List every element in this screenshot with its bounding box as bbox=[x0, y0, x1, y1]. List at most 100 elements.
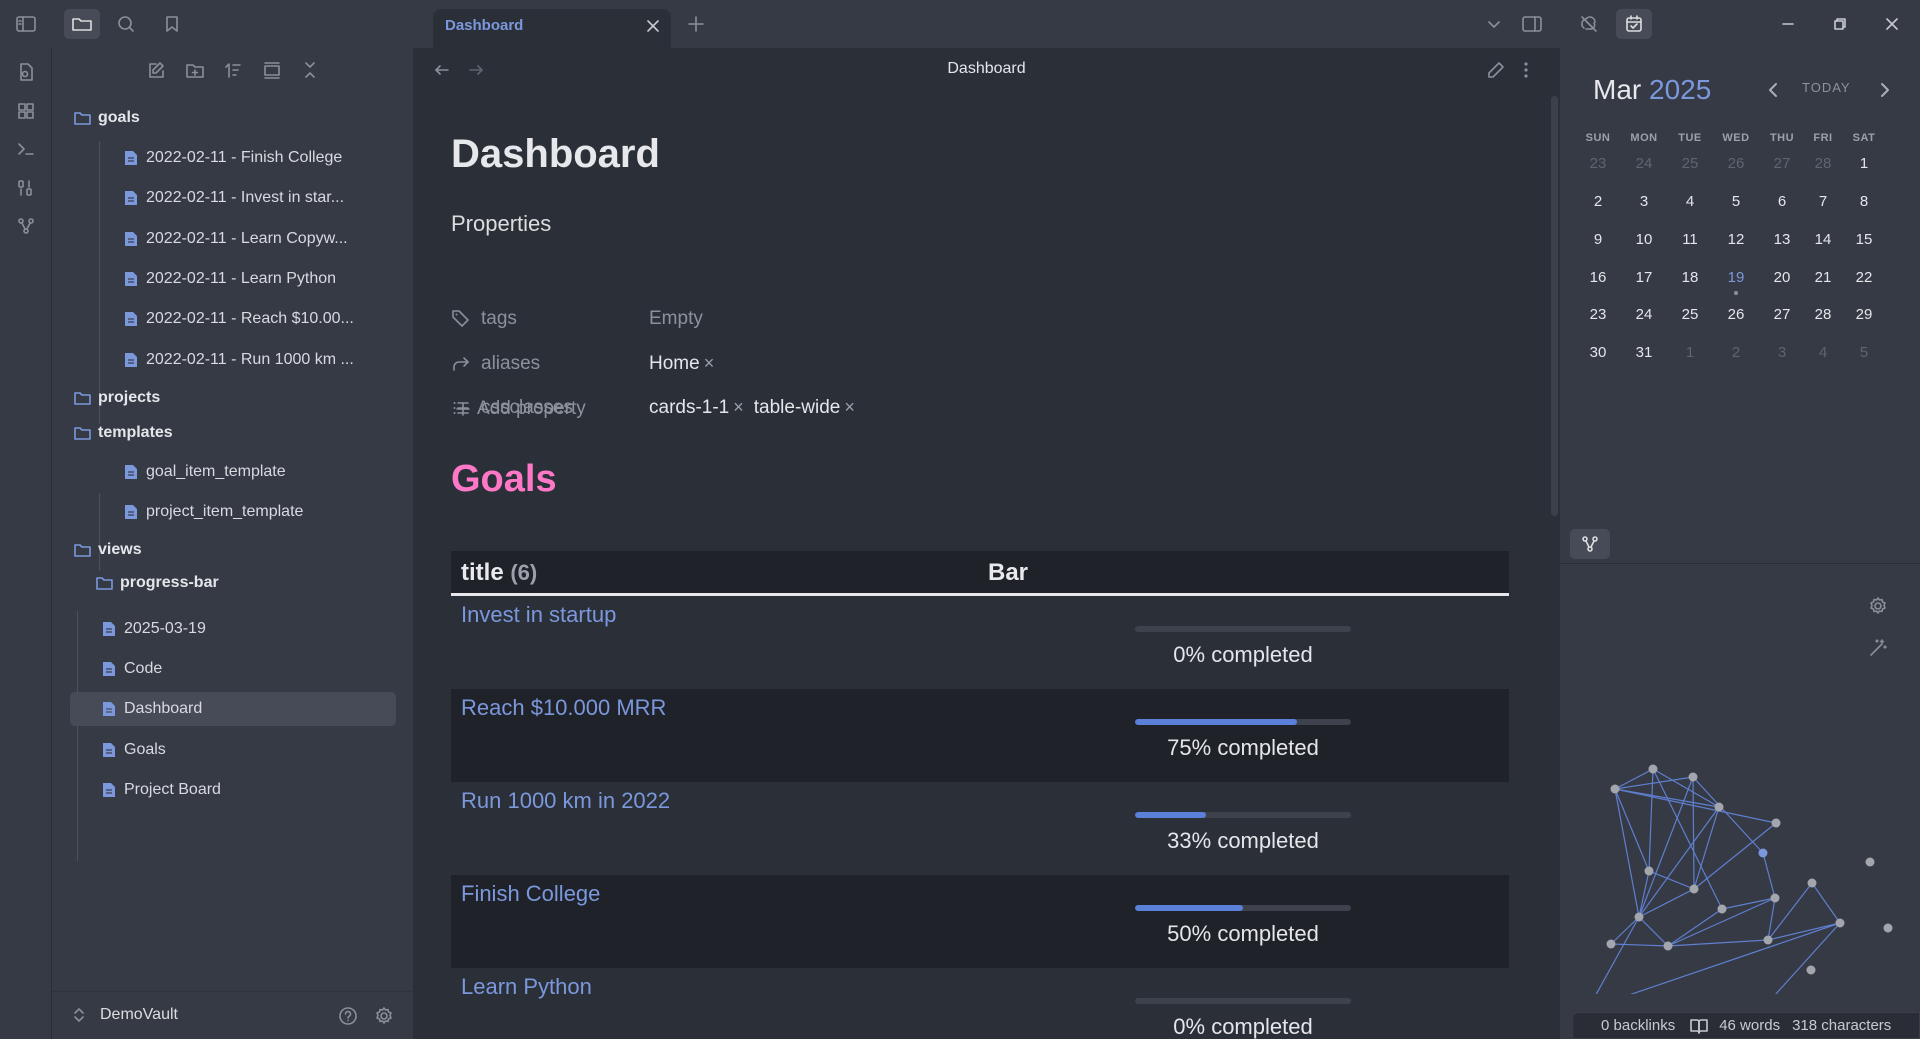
calendar-day[interactable]: 9 bbox=[1575, 231, 1621, 248]
calendar-day[interactable]: 28 bbox=[1800, 306, 1846, 323]
calendar-day[interactable]: 5 bbox=[1841, 344, 1887, 361]
calendar-day[interactable]: 13 bbox=[1759, 231, 1805, 248]
file-project-board[interactable]: Project Board bbox=[100, 773, 221, 807]
graph-node[interactable] bbox=[1883, 923, 1893, 933]
calendar-day[interactable]: 12 bbox=[1713, 231, 1759, 248]
graph-view-tab[interactable] bbox=[1570, 529, 1610, 559]
view-header-title[interactable]: Dashboard bbox=[413, 60, 1560, 78]
bookmark-icon[interactable] bbox=[154, 9, 190, 39]
calendar-day[interactable]: 10 bbox=[1621, 231, 1667, 248]
calendar-day[interactable]: 26 bbox=[1713, 155, 1759, 172]
calendar-day[interactable]: 23 bbox=[1575, 155, 1621, 172]
vault-name[interactable]: DemoVault bbox=[100, 1006, 178, 1024]
folder-projects[interactable]: projects bbox=[74, 381, 160, 415]
calendar-day[interactable]: 6 bbox=[1759, 193, 1805, 210]
graph-node[interactable] bbox=[1807, 878, 1817, 888]
remove-pill-icon[interactable]: × bbox=[733, 397, 744, 417]
column-header-title[interactable]: title (6) bbox=[461, 559, 537, 587]
calendar-day[interactable]: 1 bbox=[1667, 344, 1713, 361]
graph-node[interactable] bbox=[1689, 884, 1699, 894]
graph-node[interactable] bbox=[1714, 802, 1724, 812]
remove-pill-icon[interactable]: × bbox=[704, 353, 715, 373]
file-learn-copywriting[interactable]: 2022-02-11 - Learn Copyw... bbox=[122, 222, 348, 256]
calendar-day[interactable]: 14 bbox=[1800, 231, 1846, 248]
file-goal-item-template[interactable]: goal_item_template bbox=[122, 455, 286, 489]
calendar-day[interactable]: 4 bbox=[1667, 193, 1713, 210]
auto-reveal-icon[interactable] bbox=[258, 56, 286, 84]
add-property-button[interactable]: Add property bbox=[455, 398, 586, 420]
calendar-day[interactable]: 27 bbox=[1759, 155, 1805, 172]
calendar-day[interactable]: 23 bbox=[1575, 306, 1621, 323]
calendar-day[interactable]: 8 bbox=[1841, 193, 1887, 210]
calendar-day[interactable]: 17 bbox=[1621, 269, 1667, 286]
new-folder-icon[interactable] bbox=[181, 56, 209, 84]
file-2025-03-19[interactable]: 2025-03-19 bbox=[100, 612, 206, 646]
close-window-icon[interactable] bbox=[1874, 9, 1910, 39]
graph-node[interactable] bbox=[1663, 941, 1673, 951]
search-icon[interactable] bbox=[108, 9, 144, 39]
calendar-icon[interactable] bbox=[1616, 9, 1652, 39]
next-month-chevron-icon[interactable] bbox=[1874, 80, 1894, 100]
calendar-day[interactable]: 3 bbox=[1621, 193, 1667, 210]
canvas-grid-icon[interactable] bbox=[12, 97, 40, 125]
calendar-day[interactable]: 25 bbox=[1667, 306, 1713, 323]
calendar-day[interactable]: 25 bbox=[1667, 155, 1713, 172]
open-quick-switcher-icon[interactable] bbox=[12, 58, 40, 86]
property-value[interactable]: cards-1-1 × table-wide × bbox=[649, 397, 865, 419]
calendar-day[interactable]: 26 bbox=[1713, 306, 1759, 323]
folder-templates[interactable]: templates bbox=[74, 416, 173, 450]
file-code[interactable]: Code bbox=[100, 652, 162, 686]
file-project-item-template[interactable]: project_item_template bbox=[122, 495, 303, 529]
restore-window-icon[interactable] bbox=[1822, 9, 1858, 39]
today-button[interactable]: TODAY bbox=[1802, 80, 1851, 95]
calendar-day[interactable]: 5 bbox=[1713, 193, 1759, 210]
settings-gear-icon[interactable] bbox=[374, 1006, 394, 1026]
calendar-day[interactable]: 24 bbox=[1621, 155, 1667, 172]
help-icon[interactable] bbox=[338, 1006, 358, 1026]
graph-node[interactable] bbox=[1644, 866, 1654, 876]
goal-link[interactable]: Reach $10.000 MRR bbox=[461, 695, 666, 721]
graph-node[interactable] bbox=[1865, 857, 1875, 867]
close-tab-icon[interactable] bbox=[643, 16, 663, 36]
sort-order-icon[interactable] bbox=[219, 56, 247, 84]
calendar-day[interactable]: 20 bbox=[1759, 269, 1805, 286]
calendar-day[interactable]: 19 bbox=[1713, 269, 1759, 286]
column-header-bar[interactable]: Bar bbox=[988, 559, 1028, 587]
goal-link[interactable]: Invest in startup bbox=[461, 602, 616, 628]
graph-node[interactable] bbox=[1806, 965, 1816, 975]
tab-dashboard[interactable]: Dashboard bbox=[433, 9, 671, 48]
calendar-day[interactable]: 24 bbox=[1621, 306, 1667, 323]
graph-node[interactable] bbox=[1758, 848, 1768, 858]
edit-pencil-icon[interactable] bbox=[1486, 60, 1506, 80]
file-finish-college[interactable]: 2022-02-11 - Finish College bbox=[122, 141, 342, 175]
more-options-icon[interactable] bbox=[1521, 60, 1531, 80]
calendar-day[interactable]: 1 bbox=[1841, 155, 1887, 172]
graph-node[interactable] bbox=[1770, 893, 1780, 903]
file-reach-mrr[interactable]: 2022-02-11 - Reach $10.00... bbox=[122, 302, 354, 336]
graph-node[interactable] bbox=[1835, 918, 1845, 928]
calendar-day[interactable]: 22 bbox=[1841, 269, 1887, 286]
graph-node[interactable] bbox=[1634, 912, 1644, 922]
file-run-1000-km[interactable]: 2022-02-11 - Run 1000 km ... bbox=[122, 343, 354, 377]
property-key[interactable]: tags bbox=[451, 308, 649, 330]
collapse-all-icon[interactable] bbox=[296, 56, 324, 84]
calendar-day[interactable]: 2 bbox=[1575, 193, 1621, 210]
folder-goals[interactable]: goals bbox=[74, 101, 140, 135]
calendar-day[interactable]: 3 bbox=[1759, 344, 1805, 361]
vault-switcher-chevrons-icon[interactable] bbox=[72, 1006, 86, 1024]
backlinks-count[interactable]: 0 backlinks bbox=[1601, 1017, 1675, 1034]
calendar-day[interactable]: 29 bbox=[1841, 306, 1887, 323]
calendar-day[interactable]: 7 bbox=[1800, 193, 1846, 210]
graph-view-icon[interactable] bbox=[12, 212, 40, 240]
file-learn-python[interactable]: 2022-02-11 - Learn Python bbox=[122, 262, 336, 296]
reading-book-icon[interactable] bbox=[1689, 1017, 1709, 1035]
calendar-day[interactable]: 11 bbox=[1667, 231, 1713, 248]
goal-link[interactable]: Finish College bbox=[461, 881, 600, 907]
calendar-day[interactable]: 15 bbox=[1841, 231, 1887, 248]
remove-pill-icon[interactable]: × bbox=[844, 397, 855, 417]
editor-scrollbar[interactable] bbox=[1551, 96, 1558, 516]
file-invest-in-startup[interactable]: 2022-02-11 - Invest in star... bbox=[122, 181, 344, 215]
goal-link[interactable]: Learn Python bbox=[461, 974, 592, 1000]
calendar-day[interactable]: 18 bbox=[1667, 269, 1713, 286]
local-graph[interactable] bbox=[1560, 564, 1920, 994]
